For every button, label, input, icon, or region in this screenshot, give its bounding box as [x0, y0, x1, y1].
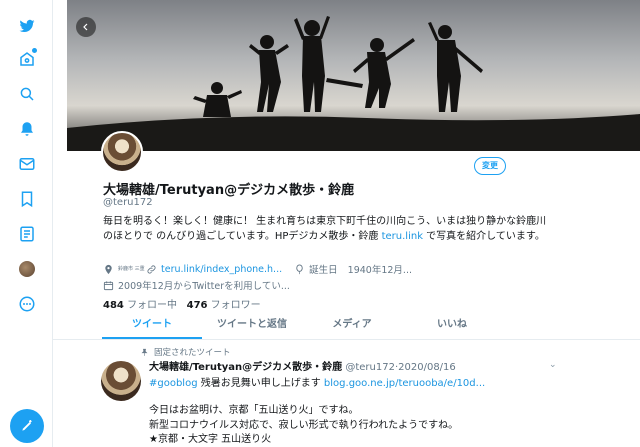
pin-icon — [141, 348, 148, 356]
home-icon[interactable] — [14, 46, 40, 72]
profile-banner — [67, 0, 640, 151]
chevron-left-icon — [83, 23, 88, 31]
chevron-down-icon[interactable]: ⌄ — [549, 360, 557, 370]
bio-tail: で写真を紹介しています。 — [423, 231, 545, 242]
tab-likes[interactable]: いいね — [402, 313, 502, 339]
twitter-logo-icon[interactable] — [14, 13, 40, 39]
bookmarks-icon[interactable] — [14, 186, 40, 212]
followers-label: フォロワー — [210, 300, 261, 311]
compose-icon — [22, 420, 32, 431]
tweet-body-line: 新型コロナウイルス対応で、寂しい形式で執り行われたようですね。 — [149, 419, 459, 431]
tab-media[interactable]: メディア — [302, 313, 402, 339]
following-link[interactable]: 484 フォロー中 — [103, 300, 177, 311]
profile-avatar[interactable] — [101, 131, 143, 173]
lists-icon[interactable] — [14, 221, 40, 247]
pinned-label: 固定されたツイート — [154, 348, 231, 358]
following-label: フォロー中 — [127, 300, 178, 311]
notifications-icon[interactable] — [14, 116, 40, 142]
joined-date: 2009年12月からTwitterを利用してい... — [103, 278, 290, 292]
pinned-indicator: 固定されたツイート — [140, 346, 231, 358]
explore-icon[interactable] — [14, 81, 40, 107]
edit-profile-button[interactable]: 変更 — [474, 157, 506, 175]
profile-tabs: ツイート ツイートと返信 メディア いいね — [102, 313, 502, 339]
balloon-icon — [296, 263, 303, 274]
profile-nav-item[interactable] — [14, 256, 40, 282]
location-pin-icon — [105, 264, 112, 274]
link-icon — [147, 264, 156, 274]
birthday: 誕生日 1940年12月... — [294, 262, 412, 276]
tweet-author-name[interactable]: 大場轄雄/Terutyan@デジカメ散歩・鈴鹿 — [149, 362, 342, 373]
banner-silhouettes — [67, 0, 640, 151]
location-label: 鈴鹿市 三重 — [118, 265, 145, 272]
profile-meta-row-1: 鈴鹿市 三重 teru.link/index_phone.h... 誕生日 19… — [103, 262, 421, 278]
followers-link[interactable]: 476 フォロワー — [187, 300, 261, 311]
notification-dot — [32, 48, 37, 53]
divider — [53, 339, 640, 340]
profile-bio: 毎日を明るく！楽しく！健康に！ 生まれ育ちは東京下町千住の川向こう、いまは独り静… — [103, 214, 553, 244]
birthday-value: 1940年12月... — [347, 265, 412, 276]
birthday-label: 誕生日 — [309, 265, 338, 276]
followers-count: 476 — [186, 300, 208, 311]
tweet-meta[interactable]: @teru172·2020/08/16 — [345, 362, 455, 373]
tab-tweets-and-replies[interactable]: ツイートと返信 — [202, 313, 302, 339]
tweet-header: 大場轄雄/Terutyan@デジカメ散歩・鈴鹿 @teru172·2020/08… — [149, 358, 456, 373]
follow-counts: 484 フォロー中 476 フォロワー — [103, 296, 261, 311]
compose-tweet-button[interactable] — [10, 409, 44, 443]
tweet-avatar[interactable] — [101, 361, 141, 401]
location: 鈴鹿市 三重 — [103, 264, 145, 275]
user-handle: @teru172 — [103, 197, 153, 208]
messages-icon[interactable] — [14, 151, 40, 177]
back-button[interactable] — [76, 17, 96, 37]
tweet-body: 今日はお盆明け、京都「五山送り火」ですね。 新型コロナウイルス対応で、寂しい形式… — [149, 404, 458, 447]
avatar-icon — [19, 261, 35, 277]
website-link[interactable]: teru.link/index_phone.h... — [161, 264, 282, 275]
website[interactable]: teru.link/index_phone.h... — [146, 264, 282, 275]
profile-meta-row-2: 2009年12月からTwitterを利用してい... — [103, 278, 299, 294]
calendar-icon — [103, 280, 114, 290]
tweet-line-text: 残暑お見舞い申し上げます — [197, 378, 324, 389]
bio-link[interactable]: teru.link — [382, 231, 423, 242]
tweet-url-link[interactable]: blog.goo.ne.jp/teruooba/e/10d... — [324, 378, 485, 389]
display-name: 大場轄雄/Terutyan@デジカメ散歩・鈴鹿 — [103, 183, 355, 198]
tweet-first-line: #gooblog 残暑お見舞い申し上げます blog.goo.ne.jp/ter… — [149, 374, 485, 389]
hashtag-link[interactable]: #gooblog — [149, 378, 198, 389]
joined-label: 2009年12月からTwitterを利用してい... — [118, 281, 290, 292]
left-nav — [0, 0, 53, 447]
following-count: 484 — [103, 300, 124, 311]
tweet-body-line: ★京都・大文字 五山送り火 — [149, 434, 272, 445]
tweet-body-line: 今日はお盆明け、京都「五山送り火」ですね。 — [149, 405, 359, 416]
more-icon[interactable] — [14, 291, 40, 317]
tab-tweets[interactable]: ツイート — [102, 313, 202, 339]
